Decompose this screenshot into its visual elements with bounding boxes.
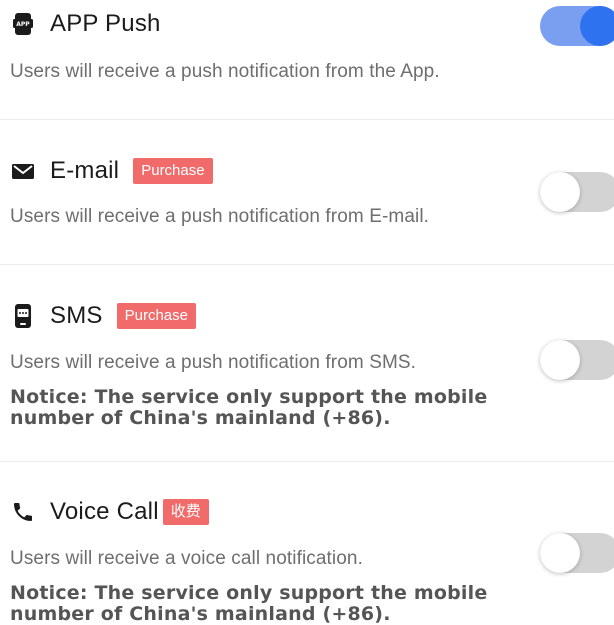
setting-title: SMS xyxy=(50,302,103,329)
setting-description: Users will receive a voice call notifica… xyxy=(10,548,363,569)
purchase-badge[interactable]: Purchase xyxy=(133,158,213,184)
setting-sms: SMS Purchase Users will receive a push n… xyxy=(0,265,614,462)
purchase-badge[interactable]: Purchase xyxy=(116,303,196,329)
setting-header: SMS Purchase xyxy=(10,302,196,330)
charge-badge[interactable]: 收费 xyxy=(162,499,209,525)
setting-app-push: APP APP Push Users will receive a push n… xyxy=(0,0,614,120)
setting-email: E-mail Purchase Users will receive a pus… xyxy=(0,120,614,265)
phone-handset-icon xyxy=(10,499,36,525)
email-toggle[interactable] xyxy=(540,172,614,212)
toggle-knob xyxy=(580,6,614,46)
phone-message-icon xyxy=(10,303,36,329)
app-icon: APP xyxy=(10,11,36,37)
setting-title: E-mail xyxy=(50,157,120,184)
setting-voice-call: Voice Call 收费 Users will receive a voice… xyxy=(0,462,614,625)
toggle-knob xyxy=(540,172,580,212)
setting-description: Users will receive a push notification f… xyxy=(10,206,430,227)
setting-title: Voice Call xyxy=(50,498,159,525)
toggle-knob xyxy=(540,533,580,573)
setting-header: APP APP Push xyxy=(10,10,161,38)
mail-icon xyxy=(10,158,36,184)
setting-notice: Notice: The service only support the mob… xyxy=(10,386,488,429)
setting-title: APP Push xyxy=(50,10,161,37)
setting-description: Users will receive a push notification f… xyxy=(10,352,417,373)
setting-description: Users will receive a push notification f… xyxy=(10,61,440,82)
toggle-knob xyxy=(540,340,580,380)
svg-text:APP: APP xyxy=(16,21,30,28)
app-push-toggle[interactable] xyxy=(540,6,614,46)
setting-header: Voice Call 收费 xyxy=(10,498,209,526)
setting-notice: Notice: The service only support the mob… xyxy=(10,582,488,625)
voice-call-toggle[interactable] xyxy=(540,533,614,573)
sms-toggle[interactable] xyxy=(540,340,614,380)
setting-header: E-mail Purchase xyxy=(10,157,213,185)
